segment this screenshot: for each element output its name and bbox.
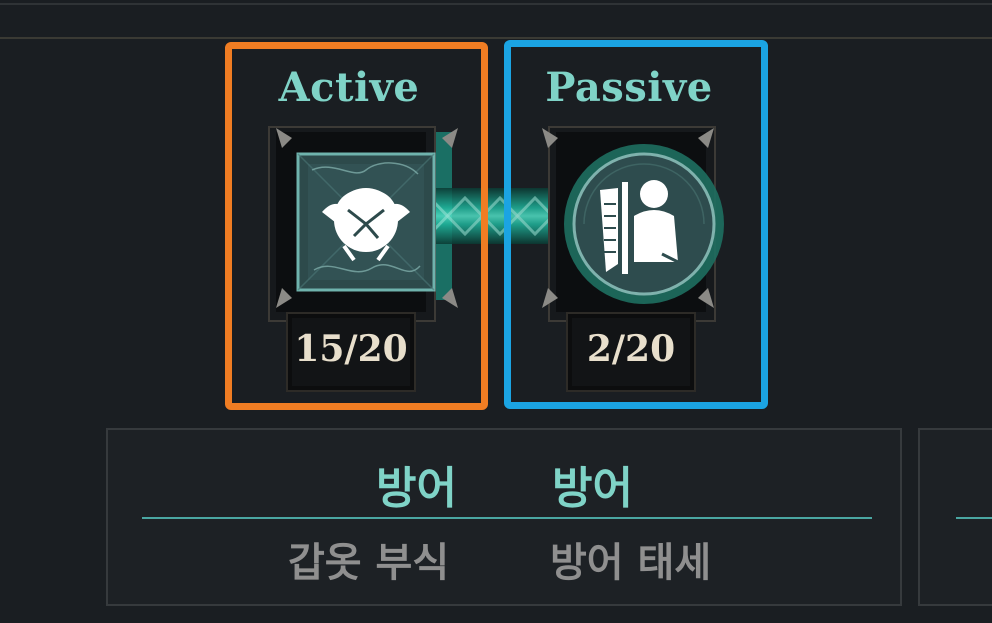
header-border-top (0, 3, 992, 5)
next-panel-divider (956, 517, 992, 519)
passive-skill-name[interactable]: 방어 태세 (550, 530, 711, 588)
active-highlight-box (225, 42, 488, 410)
panel-divider (142, 517, 872, 519)
passive-skill-category: 방어 (552, 463, 633, 514)
next-info-panel (918, 428, 992, 606)
header-border-bottom (0, 37, 992, 39)
active-skill-category: 방어 (376, 463, 457, 514)
passive-highlight-box (504, 40, 768, 409)
active-skill-name[interactable]: 갑옷 부식 (288, 530, 449, 588)
skill-info-panel: 방어 방어 갑옷 부식 방어 태세 (106, 428, 902, 606)
